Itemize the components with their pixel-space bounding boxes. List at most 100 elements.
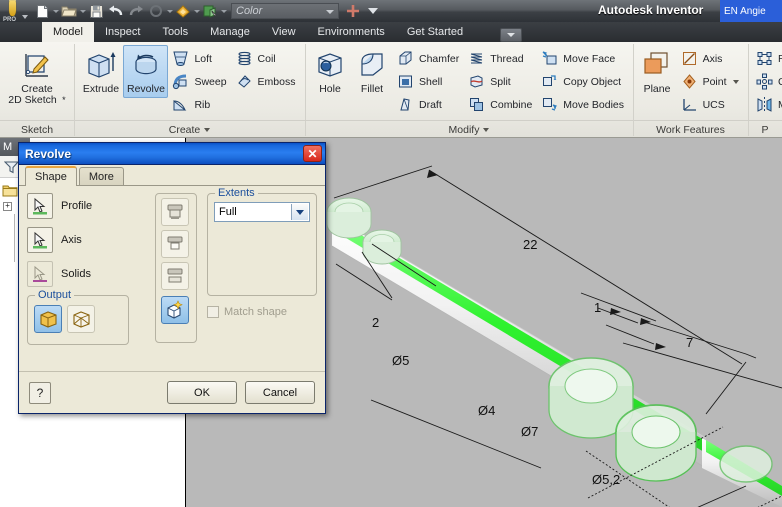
match-shape-row[interactable]: Match shape: [207, 306, 317, 318]
refresh-icon[interactable]: [146, 1, 166, 21]
color-swatch-icon[interactable]: [343, 1, 363, 21]
move-face-icon: [540, 49, 559, 68]
rib-button[interactable]: Rib: [168, 93, 231, 116]
close-icon[interactable]: ✕: [303, 145, 322, 162]
dimension-d5: Ø5: [392, 353, 409, 368]
combine-label: Combine: [490, 98, 533, 111]
qat-overflow-icon[interactable]: [363, 1, 383, 21]
language-badge[interactable]: EN Angie: [720, 0, 782, 22]
solids-selector-row[interactable]: Solids: [27, 261, 145, 287]
extrude-button[interactable]: Extrude: [79, 45, 124, 98]
solids-select-icon[interactable]: [27, 261, 53, 287]
tab-get-started[interactable]: Get Started: [396, 22, 474, 42]
ok-button[interactable]: OK: [167, 381, 237, 404]
chevron-down-icon[interactable]: [291, 204, 308, 220]
help-icon[interactable]: ?: [29, 381, 51, 404]
material-dropdown[interactable]: [220, 0, 227, 22]
cancel-button[interactable]: Cancel: [245, 381, 315, 404]
combine-icon: [467, 95, 486, 114]
shell-button[interactable]: Shell: [393, 70, 464, 93]
match-shape-label: Match shape: [224, 306, 287, 318]
rectangular-pattern-button[interactable]: R: [752, 47, 782, 70]
operation-cut-button[interactable]: [161, 230, 189, 258]
axis-select-icon[interactable]: [27, 227, 53, 253]
move-face-label: Move Face: [563, 52, 616, 65]
output-solid-button[interactable]: [34, 305, 62, 333]
tree-expander[interactable]: +: [3, 201, 12, 211]
work-point-button[interactable]: Point: [677, 70, 744, 93]
ucs-button[interactable]: UCS: [677, 93, 744, 116]
work-plane-button[interactable]: Plane: [638, 45, 677, 98]
hole-button[interactable]: Hole: [309, 45, 351, 98]
combine-button[interactable]: Combine: [464, 93, 537, 116]
tab-inspect[interactable]: Inspect: [94, 22, 151, 42]
chevron-down-icon: [204, 127, 211, 132]
coil-button[interactable]: Coil: [232, 47, 301, 70]
tab-view[interactable]: View: [261, 22, 307, 42]
panel-label-create[interactable]: Create: [74, 120, 305, 138]
chevron-down-icon[interactable]: [732, 79, 739, 84]
move-face-button[interactable]: Move Face: [537, 47, 629, 70]
emboss-button[interactable]: Emboss: [232, 70, 301, 93]
thread-button[interactable]: Thread: [464, 47, 537, 70]
dialog-body: Profile Axis Solids Output Extents Full …: [19, 187, 325, 372]
redo-icon[interactable]: [126, 1, 146, 21]
tab-more[interactable]: More: [78, 167, 124, 185]
color-input[interactable]: Color: [231, 3, 339, 19]
draft-button[interactable]: Draft: [393, 93, 464, 116]
profile-select-icon[interactable]: [27, 193, 53, 219]
appearance-dropdown[interactable]: [193, 0, 200, 22]
extrude-label: Extrude: [82, 83, 120, 95]
material-icon[interactable]: [200, 1, 220, 21]
profile-selector-row[interactable]: Profile: [27, 193, 145, 219]
dialog-footer: ? OK Cancel: [19, 371, 325, 413]
dialog-title-bar[interactable]: Revolve ✕: [19, 143, 325, 165]
chamfer-button[interactable]: Chamfer: [393, 47, 464, 70]
panel-label-pattern: P: [748, 120, 782, 138]
split-button[interactable]: Split: [464, 70, 537, 93]
operations-group: [155, 193, 197, 343]
refresh-dropdown[interactable]: [166, 0, 173, 22]
axis-selector-row[interactable]: Axis: [27, 227, 145, 253]
tab-environments[interactable]: Environments: [307, 22, 396, 42]
open-file-icon[interactable]: [59, 1, 79, 21]
fillet-button[interactable]: Fillet: [351, 45, 393, 98]
match-shape-checkbox[interactable]: [207, 306, 219, 318]
mirror-icon: [755, 95, 774, 114]
ribbon-tab-row: Model Inspect Tools Manage View Environm…: [0, 22, 782, 42]
loft-button[interactable]: Loft: [168, 47, 231, 70]
new-file-icon[interactable]: [32, 1, 52, 21]
extents-select[interactable]: Full: [214, 202, 310, 222]
open-file-dropdown[interactable]: [79, 0, 86, 22]
coil-label: Coil: [257, 52, 276, 65]
save-icon[interactable]: [86, 1, 106, 21]
tab-tools[interactable]: Tools: [151, 22, 199, 42]
operation-intersect-button[interactable]: [161, 262, 189, 290]
create-2d-sketch-button[interactable]: Create 2D Sketch *: [4, 45, 70, 109]
output-surface-button[interactable]: [67, 305, 95, 333]
revolve-dialog[interactable]: Revolve ✕ Shape More Profile Axis Solids…: [18, 142, 326, 414]
copy-object-button[interactable]: Copy Object: [537, 70, 629, 93]
rib-icon: [171, 95, 190, 114]
mirror-button[interactable]: M: [752, 93, 782, 116]
tab-manage[interactable]: Manage: [199, 22, 261, 42]
panel-label-modify[interactable]: Modify: [305, 120, 633, 138]
tab-shape[interactable]: Shape: [25, 166, 77, 186]
move-bodies-label: Move Bodies: [563, 98, 624, 111]
move-bodies-button[interactable]: Move Bodies: [537, 93, 629, 116]
operation-join-button[interactable]: [161, 198, 189, 226]
sweep-button[interactable]: Sweep: [168, 70, 231, 93]
revolve-button[interactable]: Revolve: [123, 45, 169, 98]
work-axis-button[interactable]: Axis: [677, 47, 744, 70]
appearance-icon[interactable]: [173, 1, 193, 21]
circular-pattern-button[interactable]: C: [752, 70, 782, 93]
operation-new-solid-button[interactable]: [161, 296, 189, 324]
undo-icon[interactable]: [106, 1, 126, 21]
panel-pattern: R C P: [748, 42, 782, 138]
ribbon-minimize-button[interactable]: [500, 28, 523, 42]
new-file-dropdown[interactable]: [52, 0, 59, 22]
fillet-icon: [355, 48, 389, 82]
tab-model[interactable]: Model: [42, 22, 94, 42]
copy-object-icon: [540, 72, 559, 91]
thread-label: Thread: [490, 52, 524, 65]
